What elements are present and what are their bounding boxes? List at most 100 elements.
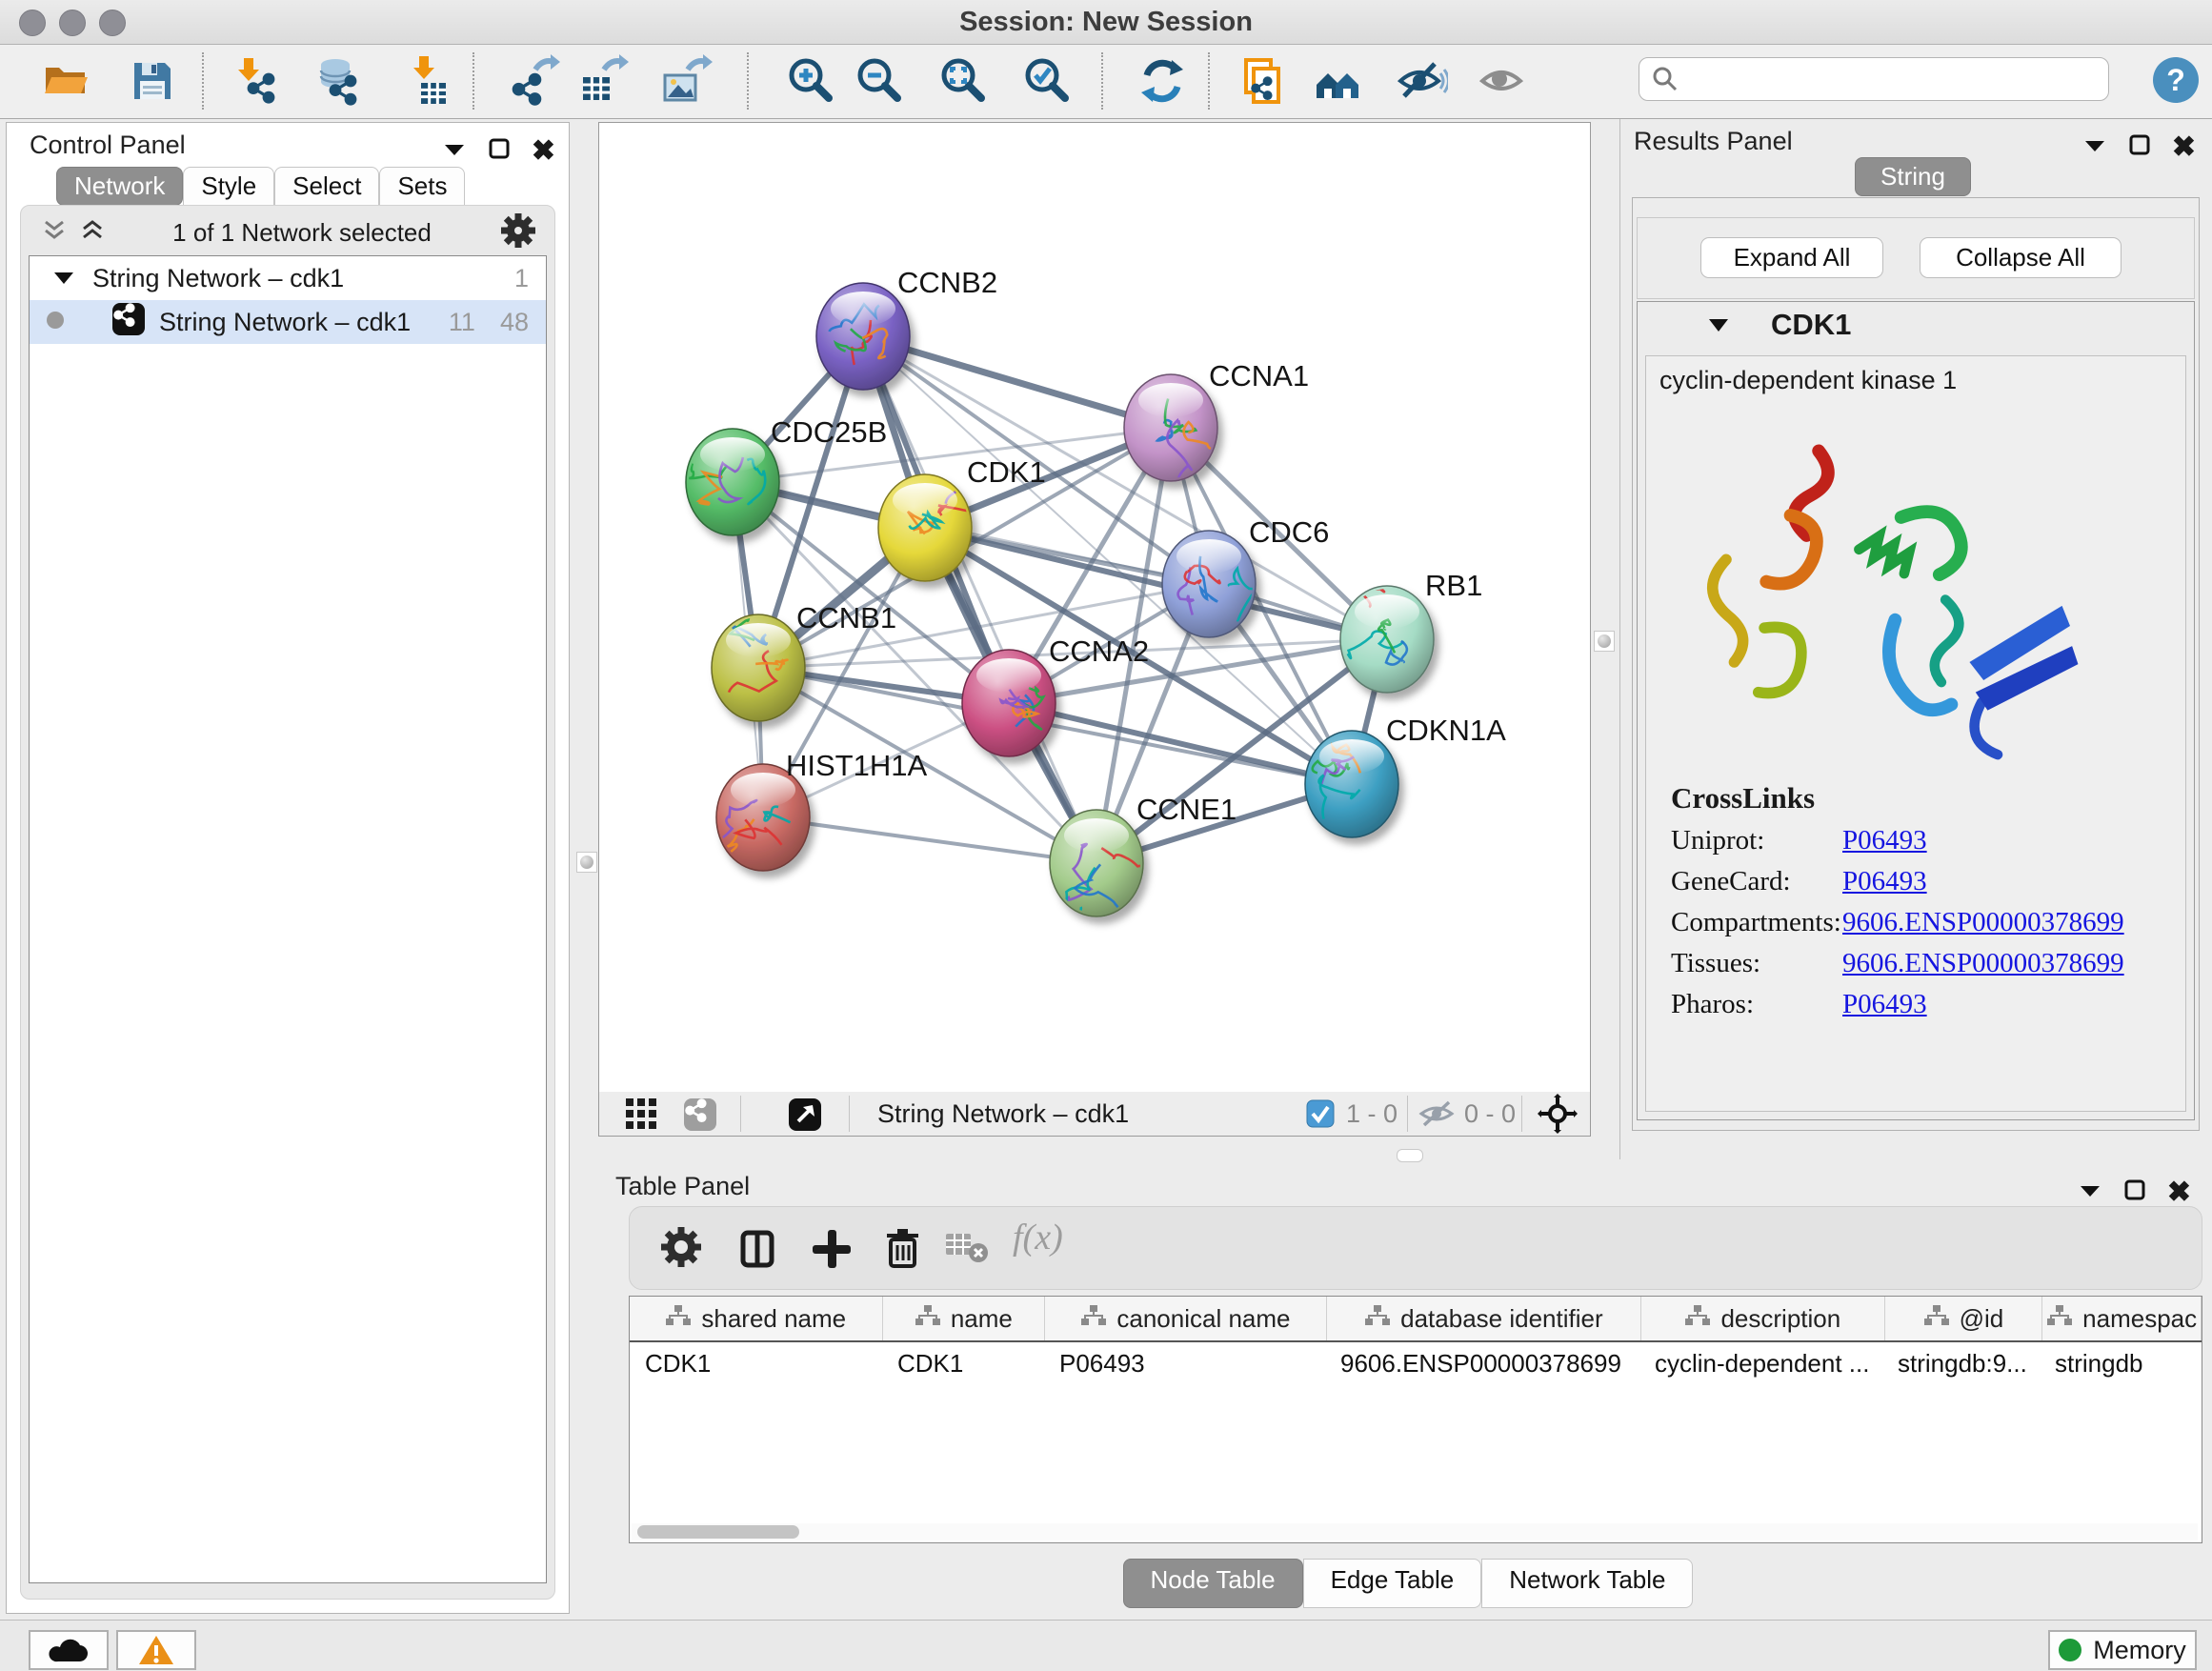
- gear-icon[interactable]: [499, 211, 537, 254]
- network-collection-row[interactable]: String Network – cdk1 1: [30, 256, 546, 300]
- tab-string[interactable]: String: [1855, 157, 1971, 196]
- collapse-all-icon[interactable]: [42, 218, 67, 248]
- import-table-file-icon[interactable]: [400, 54, 453, 108]
- cell[interactable]: P06493: [1044, 1342, 1325, 1384]
- panel-close-icon[interactable]: ✖: [2172, 131, 2196, 164]
- column-header-shared-name[interactable]: shared name: [630, 1297, 883, 1340]
- tab-sets[interactable]: Sets: [379, 167, 465, 206]
- tab-network[interactable]: Network: [56, 167, 183, 206]
- node-CCNB1[interactable]: [712, 602, 805, 722]
- network-row[interactable]: String Network – cdk1 11 48: [30, 300, 546, 344]
- panel-float-icon[interactable]: [2128, 133, 2151, 161]
- node-label-CCNA2: CCNA2: [1049, 634, 1149, 668]
- crosslink-link[interactable]: P06493: [1842, 989, 1927, 1020]
- zoom-out-icon[interactable]: [854, 54, 907, 108]
- first-neighbors-icon[interactable]: [1311, 54, 1364, 108]
- panel-float-icon[interactable]: [488, 137, 511, 165]
- cell[interactable]: stringdb: [2040, 1342, 2198, 1384]
- left-splitter-handle[interactable]: [576, 852, 597, 873]
- function-builder-icon[interactable]: f(x): [1013, 1217, 1063, 1258]
- add-column-icon[interactable]: [805, 1222, 858, 1280]
- cell[interactable]: 9606.ENSP00000378699: [1325, 1342, 1639, 1384]
- column-header-database-identifier[interactable]: database identifier: [1327, 1297, 1641, 1340]
- card-expander-icon[interactable]: [1706, 315, 1731, 339]
- table-row[interactable]: CDK1CDK1P064939606.ENSP00000378699cyclin…: [630, 1342, 2202, 1384]
- scrollbar-thumb[interactable]: [637, 1525, 799, 1539]
- warnings-button[interactable]: [116, 1630, 196, 1670]
- edge-HIST1H1A-CCNE1[interactable]: [763, 817, 1096, 863]
- zoom-fit-icon[interactable]: [937, 54, 991, 108]
- open-session-icon[interactable]: [38, 54, 91, 108]
- hidden-eye-icon[interactable]: [1418, 1098, 1455, 1134]
- help-button[interactable]: ?: [2153, 57, 2199, 103]
- save-session-icon[interactable]: [126, 54, 179, 108]
- show-all-icon[interactable]: [1477, 54, 1530, 108]
- zoom-selected-icon[interactable]: [1021, 54, 1075, 108]
- network-canvas[interactable]: CCNB2CCNA1CDC25BCDK1CDC6RB1CCNB1CCNA2CDK…: [598, 122, 1591, 1094]
- cell[interactable]: CDK1: [882, 1342, 1044, 1384]
- tree-expander-icon[interactable]: [52, 264, 75, 293]
- cloud-button[interactable]: [29, 1630, 109, 1670]
- column-header-name[interactable]: name: [883, 1297, 1046, 1340]
- node-CDC6[interactable]: [1162, 531, 1256, 637]
- panel-close-icon[interactable]: ✖: [2167, 1176, 2191, 1209]
- cell[interactable]: CDK1: [630, 1342, 882, 1384]
- horizontal-splitter-handle[interactable]: [1397, 1149, 1423, 1162]
- zoom-in-icon[interactable]: [785, 54, 838, 108]
- duplicate-network-icon[interactable]: [1235, 54, 1288, 108]
- network-badge-icon[interactable]: [683, 1097, 717, 1137]
- tab-style[interactable]: Style: [183, 167, 274, 206]
- column-header--id[interactable]: @id: [1885, 1297, 2043, 1340]
- panel-float-icon[interactable]: [2123, 1178, 2146, 1206]
- tab-network-table[interactable]: Network Table: [1481, 1559, 1693, 1608]
- column-header-canonical-name[interactable]: canonical name: [1045, 1297, 1326, 1340]
- import-network-database-icon[interactable]: [312, 54, 366, 108]
- crosslink-link[interactable]: 9606.ENSP00000378699: [1842, 948, 2124, 979]
- cell[interactable]: stringdb:9...: [1882, 1342, 2040, 1384]
- collapse-all-button[interactable]: Collapse All: [1920, 237, 2122, 278]
- column-header-description[interactable]: description: [1641, 1297, 1885, 1340]
- crosslink-link[interactable]: P06493: [1842, 825, 1927, 856]
- node-CDC25B[interactable]: [686, 429, 779, 535]
- network-graph[interactable]: CCNB2CCNA1CDC25BCDK1CDC6RB1CCNB1CCNA2CDK…: [599, 123, 1590, 1093]
- panel-menu-icon[interactable]: [442, 139, 467, 163]
- open-in-new-icon[interactable]: [788, 1097, 822, 1137]
- node-CDKN1A[interactable]: [1305, 731, 1398, 837]
- delete-column-icon[interactable]: [875, 1222, 929, 1280]
- export-image-icon[interactable]: [659, 54, 713, 108]
- tab-edge-table[interactable]: Edge Table: [1303, 1559, 1482, 1608]
- crosslink-link[interactable]: 9606.ENSP00000378699: [1842, 907, 2124, 938]
- columns-icon[interactable]: [731, 1222, 784, 1280]
- tab-select[interactable]: Select: [274, 167, 379, 206]
- crosslink-link[interactable]: P06493: [1842, 866, 1927, 897]
- cell[interactable]: cyclin-dependent ...: [1639, 1342, 1882, 1384]
- edge-CCNB2-CCNE1[interactable]: [863, 336, 1096, 863]
- delete-table-icon[interactable]: [944, 1228, 990, 1273]
- search-box[interactable]: [1639, 57, 2109, 101]
- import-network-file-icon[interactable]: [232, 54, 286, 108]
- export-table-icon[interactable]: [575, 54, 629, 108]
- gear-icon[interactable]: [656, 1222, 706, 1277]
- expand-all-button[interactable]: Expand All: [1700, 237, 1883, 278]
- panel-menu-icon[interactable]: [2078, 1180, 2102, 1204]
- node-CCNB2[interactable]: [816, 283, 910, 390]
- column-header-namespac[interactable]: namespac: [2042, 1297, 2202, 1340]
- edge-CCNB2-CCNA1[interactable]: [863, 336, 1171, 428]
- expand-all-icon[interactable]: [80, 218, 105, 248]
- export-network-icon[interactable]: [507, 54, 560, 108]
- hide-selected-icon[interactable]: [1395, 54, 1448, 108]
- panel-close-icon[interactable]: ✖: [532, 134, 555, 168]
- search-input[interactable]: [1679, 60, 2108, 98]
- refresh-view-icon[interactable]: [1136, 54, 1189, 108]
- birdseye-crosshair-icon[interactable]: [1538, 1094, 1578, 1138]
- table-horizontal-scrollbar[interactable]: [632, 1523, 2198, 1540]
- memory-button[interactable]: Memory: [2048, 1630, 2197, 1670]
- tab-node-table[interactable]: Node Table: [1123, 1559, 1303, 1608]
- node-RB1[interactable]: [1340, 581, 1434, 693]
- right-splitter-handle[interactable]: [1594, 631, 1615, 652]
- node-label-CCNA1: CCNA1: [1209, 359, 1309, 393]
- grid-view-icon[interactable]: [626, 1098, 658, 1136]
- selected-checkbox-icon[interactable]: [1306, 1099, 1335, 1133]
- node-CCNA2[interactable]: [962, 650, 1056, 756]
- panel-menu-icon[interactable]: [2082, 135, 2107, 159]
